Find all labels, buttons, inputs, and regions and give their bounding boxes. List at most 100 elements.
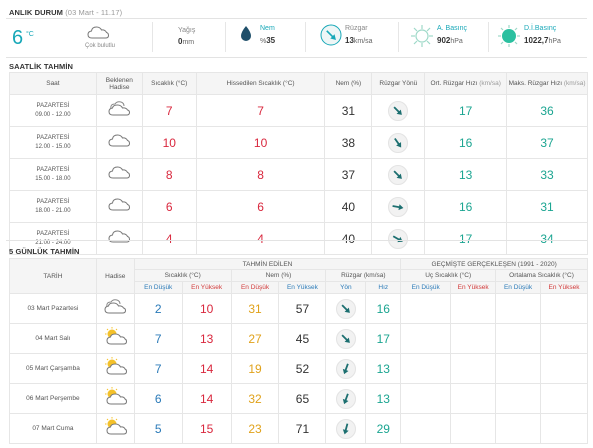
- header-past: GEÇMİŞTE GERÇEKLEŞEN (1991 - 2020): [400, 258, 588, 270]
- daily-past-cell: [539, 413, 589, 444]
- partly-cloudy-icon: [107, 100, 131, 121]
- daily-wind-dir-cell: [325, 323, 367, 354]
- daily-wind-dir-cell: [325, 413, 367, 444]
- wind-arrow-icon: [388, 100, 409, 121]
- daily-temp-max: 10: [181, 293, 232, 324]
- hourly-wind-dir-cell: [371, 190, 426, 223]
- daily-section-title: 5 GÜNLÜK TAHMİN: [9, 247, 80, 256]
- hourly-table: Saat Beklenen Hadise Sıcaklık (°C) Hisse…: [9, 72, 588, 255]
- header-date: TARİH: [9, 258, 97, 294]
- daily-past-cell: [400, 353, 452, 384]
- pressure-icon: [410, 24, 434, 53]
- daily-humidity-min: 19: [230, 353, 280, 384]
- daily-past-cell: [400, 293, 452, 324]
- header-wind-group: Rüzgar (km/sa): [325, 269, 402, 282]
- daily-humidity-max: 71: [278, 413, 327, 444]
- daily-icon-cell: [95, 383, 135, 414]
- rain-value: 0mm: [178, 37, 194, 46]
- hourly-max-wind: 33: [506, 158, 588, 191]
- divider: [152, 22, 153, 52]
- daily-date: 06 Mart Perşembe: [9, 383, 97, 414]
- divider: [6, 57, 587, 58]
- hourly-feels: 7: [195, 94, 326, 127]
- wind-arrow-icon: [335, 328, 356, 349]
- daily-row: 03 Mart Pazartesi 2 10 31 57 16: [9, 293, 589, 324]
- daily-date: 03 Mart Pazartesi: [9, 293, 97, 324]
- cloudy-icon: [108, 229, 131, 248]
- wind-arrow-icon: [335, 388, 356, 409]
- header-humidity-max: En Yüksek: [278, 281, 327, 294]
- daily-wind-speed: 17: [365, 323, 402, 354]
- sea-pressure-icon: [497, 24, 521, 53]
- header-max-wind-label: Maks. Rüzgar Hızı: [508, 80, 563, 87]
- daily-row: 04 Mart Salı 7 13 27 45 17: [9, 323, 589, 354]
- humidity-value: %35: [260, 36, 275, 45]
- header-max-wind: Maks. Rüzgar Hızı (km/sa): [506, 72, 588, 95]
- daily-past-cell: [495, 293, 541, 324]
- partly-sunny-icon: [103, 357, 128, 380]
- header-max-wind-unit: (km/sa): [563, 80, 586, 87]
- header-humidity-group: Nem (%): [230, 269, 327, 282]
- daily-past-cell: [400, 323, 452, 354]
- daily-past-cell: [539, 383, 589, 414]
- daily-date: 05 Mart Çarşamba: [9, 353, 97, 384]
- wind-arrow-icon: [388, 228, 409, 249]
- divider: [225, 22, 226, 52]
- header-expected: Beklenen Hadise: [95, 72, 143, 95]
- current-temp: 6: [12, 27, 24, 49]
- wind-direction-icon: [320, 24, 342, 51]
- daily-humidity-min: 23: [230, 413, 280, 444]
- sea-pressure-unit: hPa: [548, 38, 561, 45]
- header-forecast: TAHMİN EDİLEN: [133, 258, 402, 270]
- daily-header-row-1: TARİH Hadise TAHMİN EDİLEN GEÇMİŞTE GERÇ…: [9, 258, 588, 294]
- hourly-wind-dir-cell: [371, 94, 426, 127]
- daily-past-cell: [495, 353, 541, 384]
- daily-row: 07 Mart Cuma 5 15 23 71 29: [9, 413, 589, 444]
- daily-wind-speed: 29: [365, 413, 402, 444]
- hourly-max-wind: 34: [506, 222, 588, 255]
- hourly-humidity: 40: [324, 222, 373, 255]
- hourly-avg-wind: 17: [424, 94, 508, 127]
- hourly-temp: 7: [141, 94, 197, 127]
- header-humidity: Nem (%): [324, 72, 373, 95]
- daily-past-cell: [450, 353, 497, 384]
- hourly-temp: 8: [141, 158, 197, 191]
- daily-past-cell: [450, 383, 497, 414]
- daily-humidity-min: 31: [230, 293, 280, 324]
- daily-past-cell: [400, 413, 452, 444]
- partly-sunny-icon: [103, 327, 128, 350]
- hourly-avg-wind: 17: [424, 222, 508, 255]
- hourly-time: 15.00 - 18.00: [35, 175, 71, 182]
- current-title: ANLIK DURUM: [9, 8, 64, 17]
- daily-humidity-min: 27: [230, 323, 280, 354]
- daily-date: 04 Mart Salı: [9, 323, 97, 354]
- divider: [6, 240, 587, 241]
- hourly-temp: 6: [141, 190, 197, 223]
- cloudy-icon: [108, 165, 131, 184]
- rain-label: Yağış: [178, 27, 196, 34]
- wind-unit: km/sa: [353, 38, 373, 45]
- pressure-value: 902hPa: [437, 36, 463, 45]
- daily-temp-min: 7: [133, 323, 183, 354]
- hourly-day: PAZARTESİ: [36, 198, 70, 205]
- header-humidity-min: En Düşük: [230, 281, 280, 294]
- wind-arrow-icon: [335, 418, 356, 439]
- wind-arrow-icon: [388, 196, 409, 217]
- pressure-unit: hPa: [450, 38, 463, 45]
- header-avg-wind-unit: (km/sa): [479, 80, 501, 87]
- current-temp-unit: °C: [26, 31, 34, 38]
- cloudy-icon: [108, 197, 131, 216]
- hourly-feels: 10: [195, 126, 326, 159]
- hourly-avg-wind: 16: [424, 190, 508, 223]
- hourly-time: 09.00 - 12.00: [35, 111, 71, 118]
- daily-wind-speed: 13: [365, 353, 402, 384]
- daily-past-cell: [495, 383, 541, 414]
- header-average-group: Ortalama Sıcaklık (°C): [495, 269, 588, 282]
- wind-label: Rüzgar: [345, 25, 368, 32]
- humidity-number: 35: [266, 36, 276, 45]
- daily-wind-speed: 13: [365, 383, 402, 414]
- rain-unit: mm: [182, 39, 195, 46]
- hourly-icon-cell: [95, 94, 143, 127]
- wind-value: 13km/sa: [345, 36, 373, 45]
- hourly-icon-cell: [95, 126, 143, 159]
